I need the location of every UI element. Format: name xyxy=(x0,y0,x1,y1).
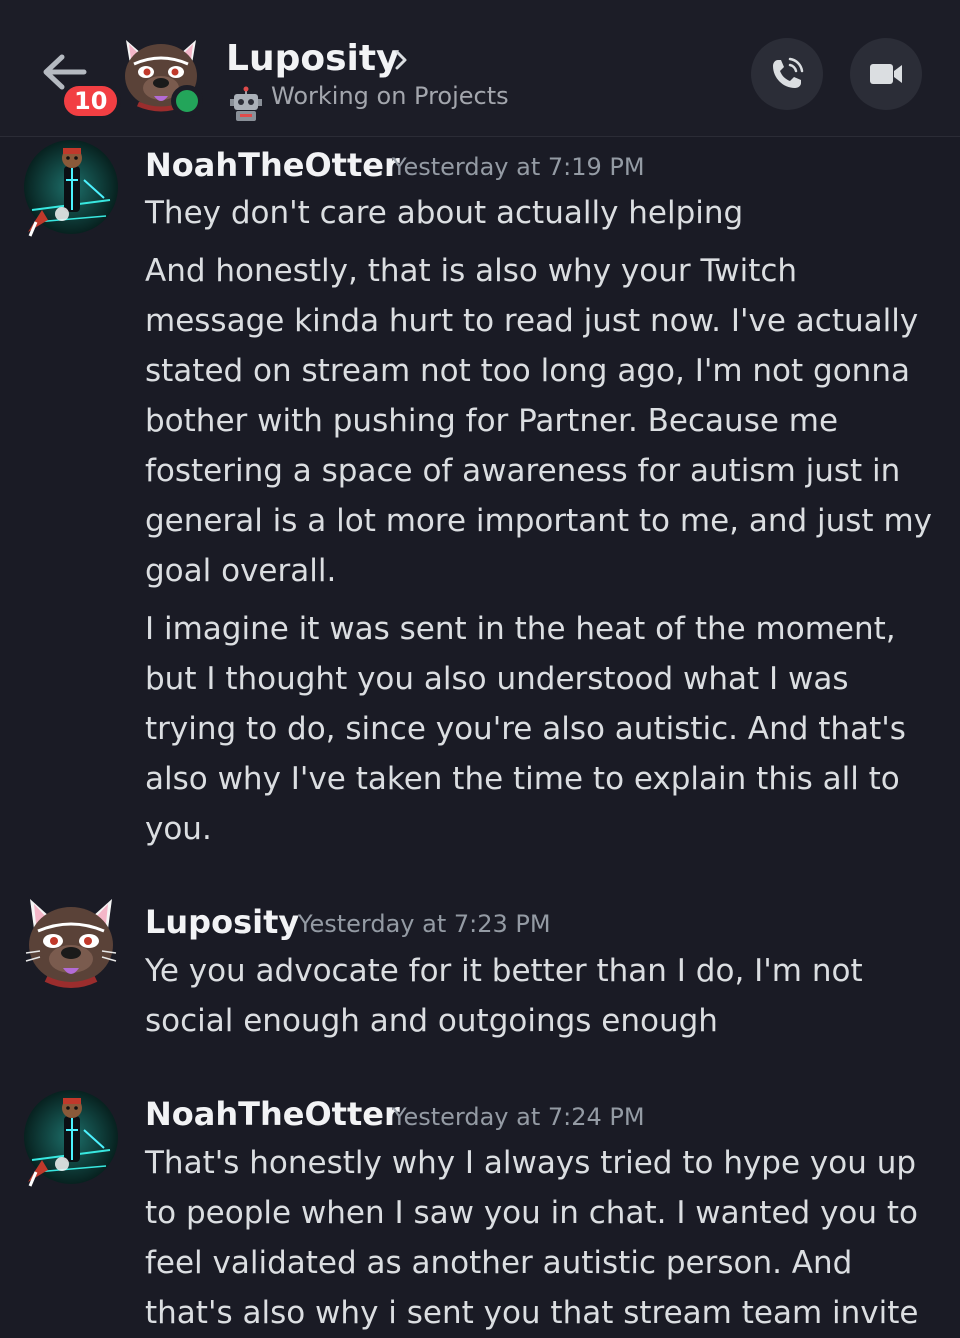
unread-count-badge: 10 xyxy=(60,82,122,120)
message-group: NoahTheOtter Yesterday at 7:24 PM That's… xyxy=(0,1090,960,1337)
message-text: That's honestly why I always tried to hy… xyxy=(145,1145,919,1331)
video-call-button[interactable] xyxy=(850,38,922,110)
message-group: NoahTheOtter Yesterday at 7:19 PM They d… xyxy=(0,140,960,860)
robot-icon xyxy=(230,86,262,121)
voice-call-button[interactable] xyxy=(751,38,823,110)
otter-tron-avatar-image xyxy=(24,140,118,237)
message-text: I imagine it was sent in the heat of the… xyxy=(145,611,906,847)
video-camera-icon xyxy=(870,64,902,84)
message-timestamp: Yesterday at 7:24 PM xyxy=(392,1103,645,1131)
chevron-right-icon[interactable] xyxy=(392,46,410,74)
message-author[interactable]: Luposity xyxy=(145,903,299,941)
phone-call-icon xyxy=(773,57,804,88)
message-author[interactable]: NoahTheOtter xyxy=(145,146,400,184)
channel-header: 10 Luposity Working on Projects xyxy=(0,0,960,137)
avatar[interactable] xyxy=(22,1090,120,1188)
message-author[interactable]: NoahTheOtter xyxy=(145,1095,400,1133)
avatar[interactable] xyxy=(22,140,120,238)
channel-title[interactable]: Luposity xyxy=(226,38,400,79)
online-status-dot xyxy=(171,85,203,117)
custom-status-text: Working on Projects xyxy=(271,82,509,110)
message-text: Ye you advocate for it better than I do,… xyxy=(145,953,863,1039)
message-group: Luposity Yesterday at 7:23 PM Ye you adv… xyxy=(0,895,960,1055)
message-timestamp: Yesterday at 7:23 PM xyxy=(298,910,551,938)
message-text: And honestly, that is also why your Twit… xyxy=(145,253,932,589)
message-text: They don't care about actually helping xyxy=(145,195,744,231)
avatar[interactable] xyxy=(22,895,120,993)
otter-tron-avatar-image xyxy=(24,1090,118,1187)
message-timestamp: Yesterday at 7:19 PM xyxy=(392,153,645,181)
wolf-avatar-image xyxy=(25,899,117,988)
